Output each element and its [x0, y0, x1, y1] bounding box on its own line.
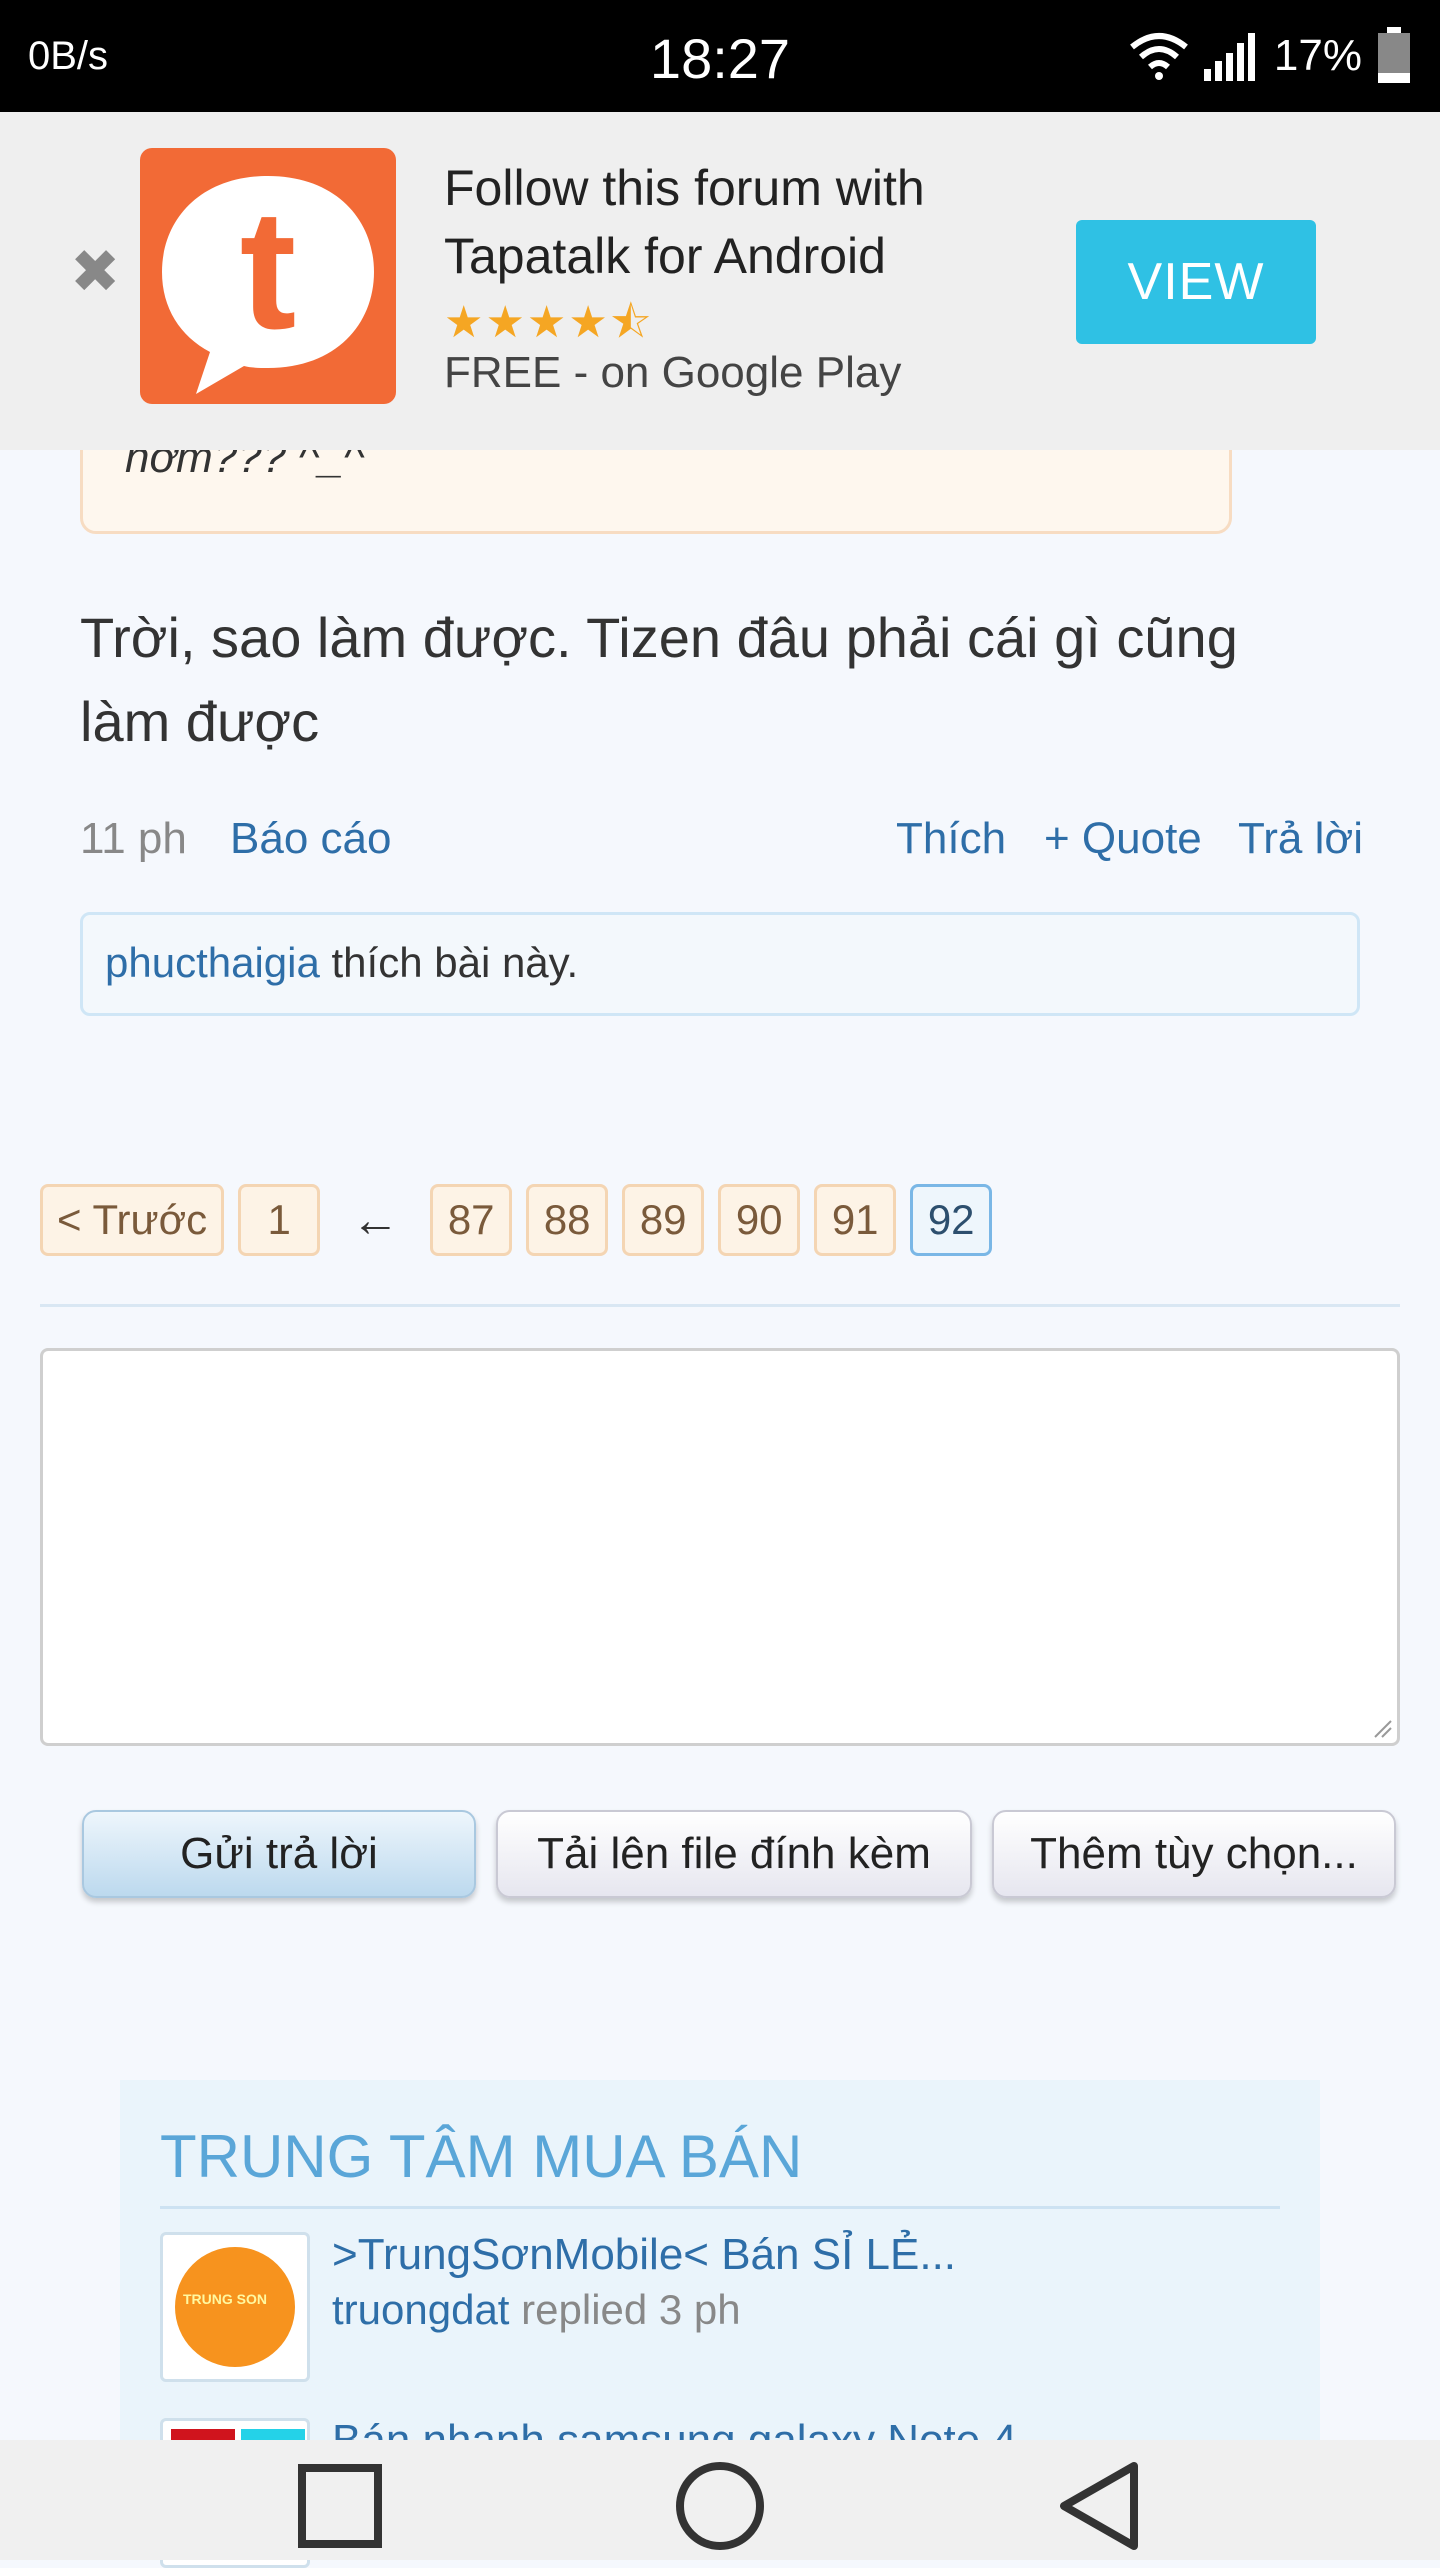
current-page: 92: [910, 1184, 993, 1256]
signal-icon: [1203, 33, 1255, 81]
tapatalk-logo-letter: t: [240, 175, 297, 365]
page-1-button[interactable]: 1: [238, 1184, 321, 1256]
post-time: 11 ph: [80, 814, 187, 863]
banner-title: Follow this forum with Tapatalk for Andr…: [444, 160, 925, 284]
thread-title-link[interactable]: >TrungSơnMobile< Bán SỈ LẺ...: [332, 2230, 956, 2280]
back-icon[interactable]: [1050, 2456, 1150, 2556]
send-reply-button[interactable]: Gửi trả lời: [82, 1810, 476, 1898]
tapatalk-banner: ✖ t Follow this forum with Tapatalk for …: [0, 112, 1440, 450]
view-button[interactable]: VIEW: [1076, 220, 1316, 344]
close-icon[interactable]: ✖: [70, 242, 120, 302]
prev-page-button[interactable]: < Trước: [40, 1184, 225, 1256]
likes-box: phucthaigia thích bài này.: [80, 912, 1360, 1016]
status-bar: 0B/s 18:27 17%: [0, 0, 1440, 112]
store-logo-text: TRUNG SON: [183, 2291, 267, 2307]
thread-thumbnail[interactable]: TRUNG SON: [160, 2232, 310, 2382]
resize-handle-icon[interactable]: [1371, 1717, 1393, 1739]
divider: [40, 1304, 1400, 1307]
quote-link[interactable]: + Quote: [1044, 814, 1202, 864]
reply-textarea[interactable]: [40, 1348, 1400, 1746]
battery-percent: 17%: [1273, 31, 1362, 80]
divider: [160, 2206, 1280, 2209]
like-link[interactable]: Thích: [896, 814, 1006, 864]
navigation-bar: [0, 2440, 1440, 2560]
more-options-button[interactable]: Thêm tùy chọn...: [992, 1810, 1396, 1898]
upload-attachment-button[interactable]: Tải lên file đính kèm: [496, 1810, 972, 1898]
tapatalk-logo: t: [140, 148, 396, 404]
status-icons: 17%: [1130, 26, 1412, 86]
page-button[interactable]: 88: [526, 1184, 609, 1256]
banner-subtitle: FREE - on Google Play: [444, 348, 902, 397]
pagination: < Trước 1 ← 87 88 89 90 91 92: [40, 1182, 993, 1258]
page-button[interactable]: 90: [718, 1184, 801, 1256]
page-button[interactable]: 91: [814, 1184, 897, 1256]
recent-apps-icon[interactable]: [290, 2456, 390, 2556]
likes-text: thích bài này.: [319, 939, 579, 986]
page-button[interactable]: 89: [622, 1184, 705, 1256]
thread-user-link[interactable]: truongdat: [332, 2286, 509, 2333]
post-body: Trời, sao làm được. Tizen đâu phải cái g…: [80, 606, 1238, 753]
wifi-icon: [1130, 33, 1188, 80]
reply-link[interactable]: Trả lời: [1238, 814, 1363, 864]
liker-link[interactable]: phucthaigia: [105, 939, 320, 986]
store-logo: [175, 2247, 295, 2367]
page-skip-arrow[interactable]: ←: [334, 1193, 416, 1248]
battery-icon: [1378, 27, 1410, 83]
thread-meta-text: replied 3 ph: [509, 2286, 741, 2333]
marketplace-heading: TRUNG TÂM MUA BÁN: [160, 2123, 803, 2190]
report-link[interactable]: Báo cáo: [230, 814, 391, 864]
home-icon[interactable]: [670, 2456, 770, 2556]
thread-meta: truongdat replied 3 ph: [332, 2286, 741, 2334]
page-button[interactable]: 87: [430, 1184, 513, 1256]
